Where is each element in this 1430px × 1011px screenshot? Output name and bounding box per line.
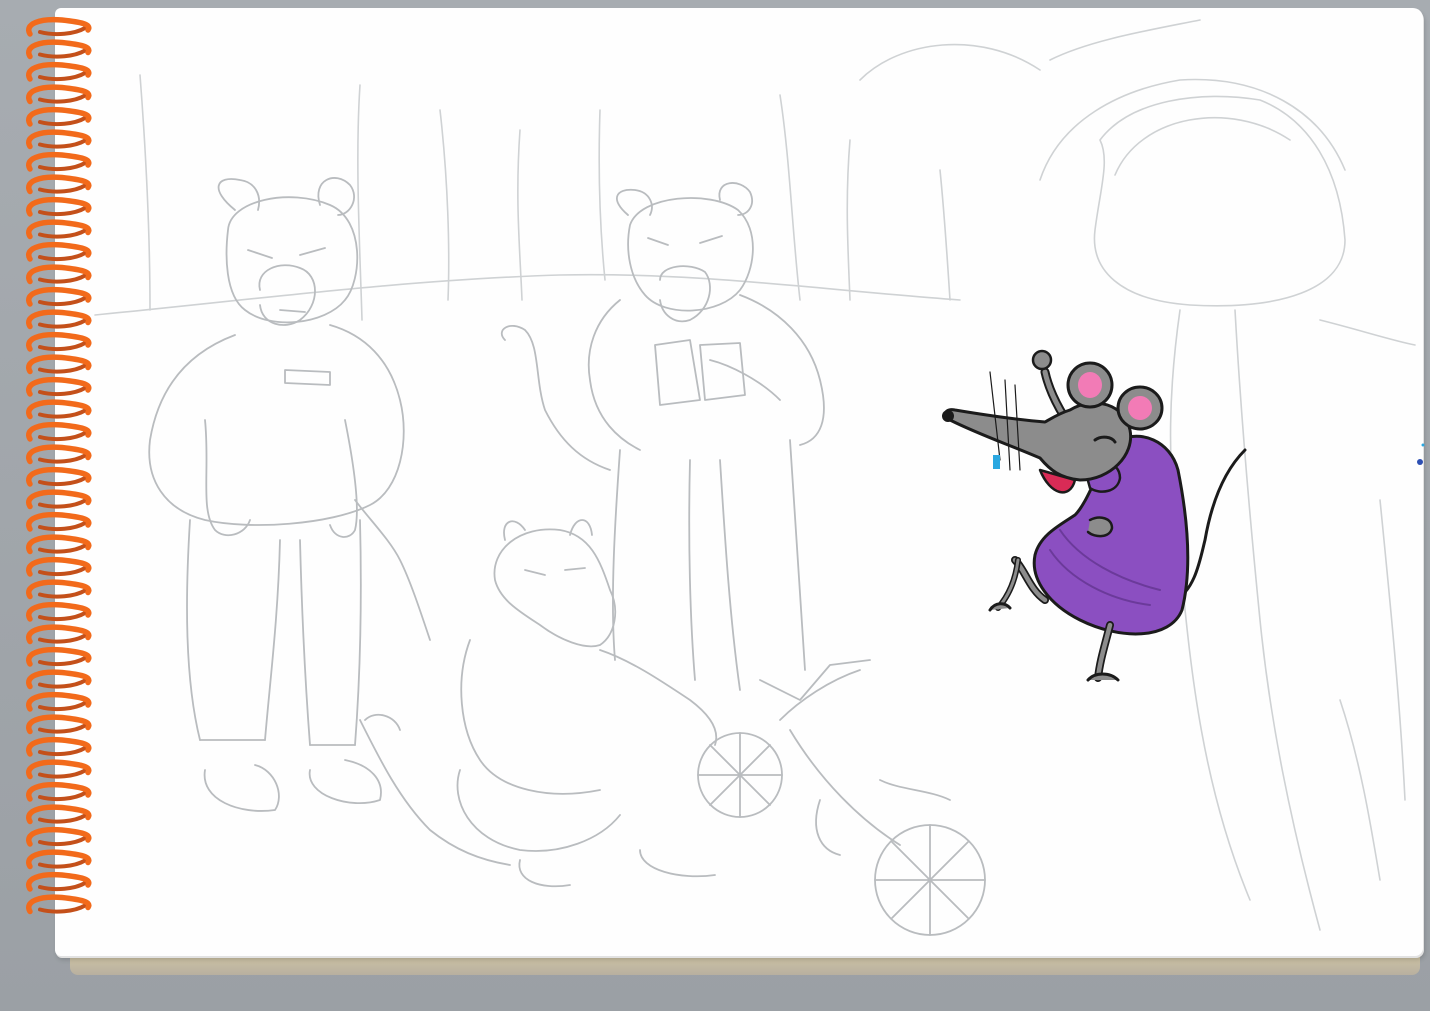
spiral-coil-back bbox=[38, 273, 87, 284]
spiral-binding bbox=[26, 16, 92, 915]
rat-sketch bbox=[359, 519, 986, 936]
background-sketch-lines bbox=[94, 19, 1416, 931]
spiral-coil-back bbox=[38, 678, 87, 689]
spiral-coil-back bbox=[38, 903, 87, 914]
ink-speck bbox=[1417, 459, 1423, 465]
spiral-coil-back bbox=[38, 26, 87, 37]
spiral-coil-back bbox=[38, 498, 87, 509]
spiral-coil-back bbox=[38, 588, 87, 599]
spiral-coil-back bbox=[38, 251, 87, 262]
spiral-coil-back bbox=[38, 206, 87, 217]
spiral-coil-back bbox=[38, 746, 87, 757]
spiral-coil-back bbox=[38, 341, 87, 352]
spiral-coil-back bbox=[38, 768, 87, 779]
spiral-coil-back bbox=[38, 183, 87, 194]
spiral-coil-back bbox=[38, 611, 87, 622]
spiral-coil-back bbox=[38, 858, 87, 869]
spiral-coil-back bbox=[38, 633, 87, 644]
spiral-coil-back bbox=[38, 408, 87, 419]
spiral-coil-back bbox=[38, 476, 87, 487]
spiral-coil-back bbox=[38, 431, 87, 442]
ink-speck bbox=[1421, 443, 1425, 447]
spiral-coil-back bbox=[38, 723, 87, 734]
spiral-coil-back bbox=[38, 701, 87, 712]
spiral-coil-back bbox=[38, 791, 87, 802]
spiral-coil-back bbox=[38, 656, 87, 667]
spiral-coil-back bbox=[38, 521, 87, 532]
spiral-coil-back bbox=[38, 363, 87, 374]
spiral-coil-back bbox=[38, 813, 87, 824]
mouse-figure bbox=[942, 349, 1247, 682]
spiral-coil-back bbox=[38, 318, 87, 329]
spiral-coil-back bbox=[38, 453, 87, 464]
spiral-coil-back bbox=[38, 296, 87, 307]
spiral-coil-back bbox=[38, 71, 87, 82]
spiral-coil-back bbox=[38, 93, 87, 104]
spiral-coil-back bbox=[38, 836, 87, 847]
spiral-coil-back bbox=[38, 386, 87, 397]
sketch-drawing bbox=[94, 19, 1425, 936]
spiral-coil-back bbox=[38, 138, 87, 149]
spiral-coil-back bbox=[38, 161, 87, 172]
spiral-coil-back bbox=[38, 543, 87, 554]
spiral-coil-back bbox=[38, 566, 87, 577]
spiral-coil-back bbox=[38, 881, 87, 892]
spiral-coil-back bbox=[38, 116, 87, 127]
sketchbook-scene bbox=[0, 0, 1430, 1011]
spiral-coil-back bbox=[38, 228, 87, 239]
bear-sketch-right bbox=[500, 182, 825, 691]
spiral-coil-back bbox=[38, 48, 87, 59]
